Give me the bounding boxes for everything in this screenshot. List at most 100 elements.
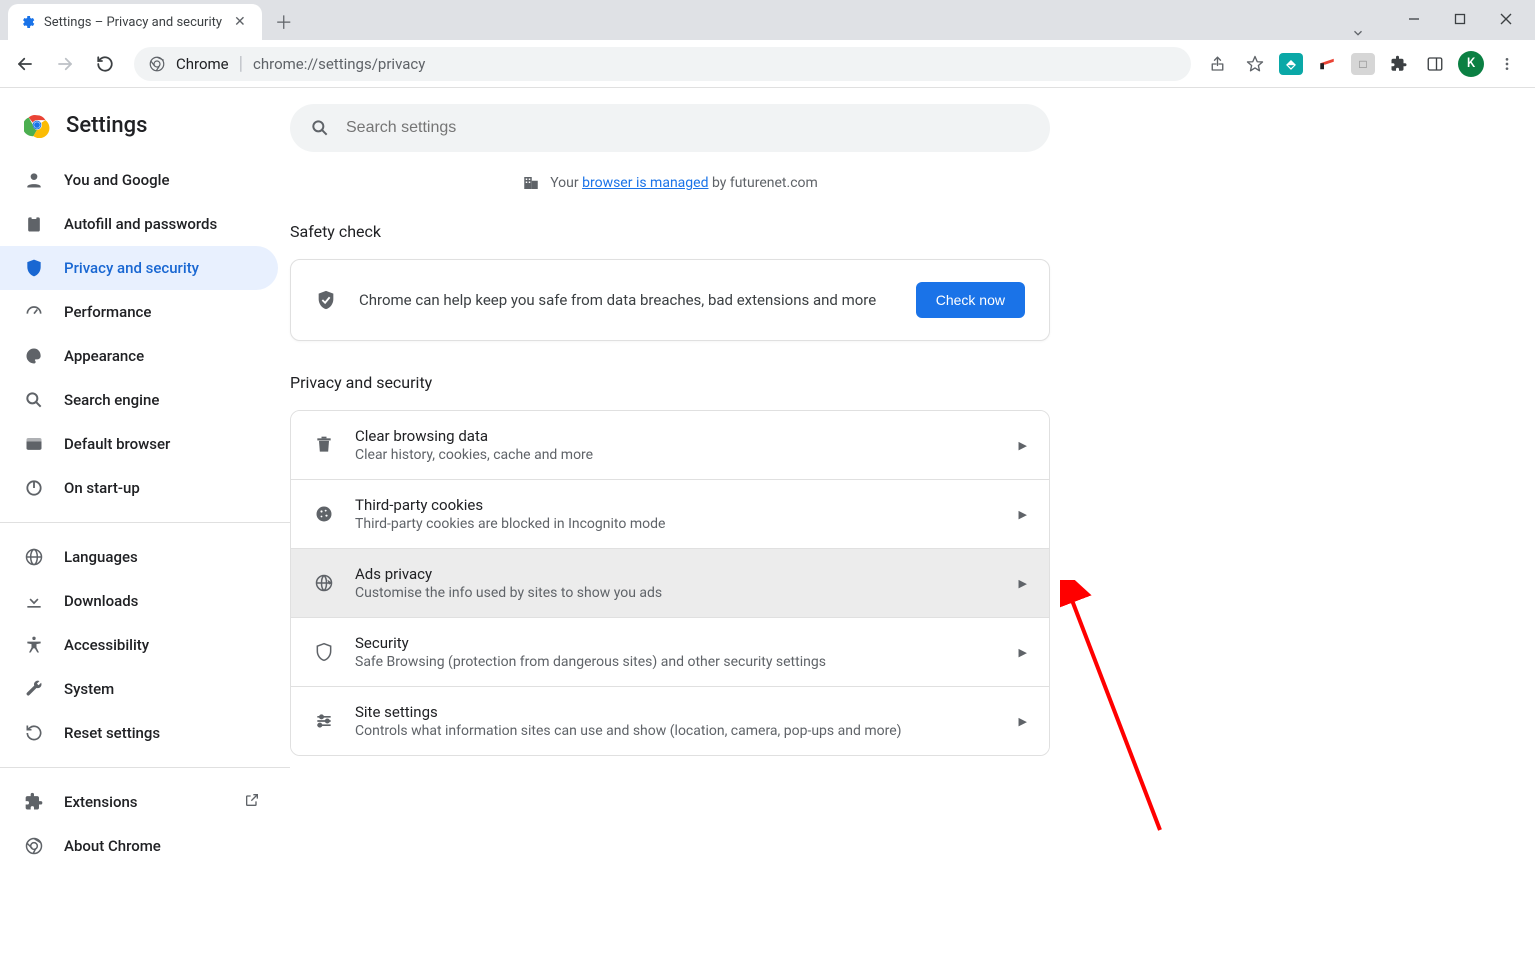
omnibox-scheme: Chrome <box>176 55 229 73</box>
minimize-button[interactable] <box>1391 4 1437 34</box>
sidebar-item-label: Downloads <box>64 592 138 610</box>
organization-icon <box>522 174 540 192</box>
browser-icon <box>24 434 44 454</box>
accessibility-icon <box>24 635 44 655</box>
back-button[interactable] <box>8 47 42 81</box>
safety-check-heading: Safety check <box>290 222 1050 241</box>
sidebar-item-label: Languages <box>64 548 138 566</box>
tab-search-button[interactable] <box>1335 26 1381 40</box>
sliders-icon <box>313 711 335 731</box>
trash-icon <box>313 435 335 455</box>
managed-banner: Your browser is managed by futurenet.com <box>290 164 1050 210</box>
download-icon <box>24 591 44 611</box>
sidebar-item-performance[interactable]: Performance <box>0 290 278 334</box>
window-controls <box>1391 4 1529 34</box>
close-tab-button[interactable]: ✕ <box>230 14 250 30</box>
bookmark-button[interactable] <box>1239 48 1271 80</box>
forward-button[interactable] <box>48 47 82 81</box>
sidebar-item-label: Performance <box>64 303 151 321</box>
search-input[interactable] <box>346 119 1030 137</box>
address-bar[interactable]: Chrome | chrome://settings/privacy <box>134 47 1191 81</box>
chrome-outline-icon <box>24 836 44 856</box>
external-link-icon <box>244 792 260 812</box>
search-icon <box>310 118 330 138</box>
close-window-button[interactable] <box>1483 4 1529 34</box>
sidebar-item-label: Reset settings <box>64 724 160 742</box>
row-ads-privacy[interactable]: Ads privacy Customise the info used by s… <box>291 549 1049 618</box>
sidebar-item-extensions[interactable]: Extensions <box>0 780 278 824</box>
person-icon <box>24 170 44 190</box>
search-settings[interactable] <box>290 104 1050 152</box>
sidebar-item-label: Extensions <box>64 793 138 811</box>
maximize-button[interactable] <box>1437 4 1483 34</box>
sidebar-item-label: Privacy and security <box>64 259 199 277</box>
sidebar-item-reset[interactable]: Reset settings <box>0 711 278 755</box>
sidebar-item-accessibility[interactable]: Accessibility <box>0 623 278 667</box>
side-panel-button[interactable] <box>1419 48 1451 80</box>
sidebar-item-label: Search engine <box>64 391 159 409</box>
sidebar-item-startup[interactable]: On start-up <box>0 466 278 510</box>
sidebar-item-label: Autofill and passwords <box>64 215 217 233</box>
safety-check-card: Chrome can help keep you safe from data … <box>290 259 1050 341</box>
managed-link[interactable]: browser is managed <box>582 175 708 191</box>
extension-3[interactable]: □ <box>1347 48 1379 80</box>
extensions-button[interactable] <box>1383 48 1415 80</box>
palette-icon <box>24 346 44 366</box>
extension-1[interactable]: ⬘ <box>1275 48 1307 80</box>
sidebar-item-about[interactable]: About Chrome <box>0 824 278 868</box>
sidebar-item-search-engine[interactable]: Search engine <box>0 378 278 422</box>
profile-avatar[interactable]: K <box>1455 48 1487 80</box>
share-button[interactable] <box>1203 48 1235 80</box>
sidebar-item-autofill[interactable]: Autofill and passwords <box>0 202 278 246</box>
settings-title: Settings <box>66 113 147 138</box>
new-tab-button[interactable]: ＋ <box>270 8 298 36</box>
clipboard-icon <box>24 214 44 234</box>
chevron-right-icon: ▶ <box>1019 577 1027 590</box>
cookie-icon <box>313 504 335 524</box>
chevron-right-icon: ▶ <box>1019 508 1027 521</box>
sidebar-item-languages[interactable]: Languages <box>0 535 278 579</box>
omnibox-divider: | <box>239 53 243 74</box>
sidebar-item-label: On start-up <box>64 479 140 497</box>
privacy-list: Clear browsing data Clear history, cooki… <box>290 410 1050 756</box>
puzzle-icon <box>24 792 44 812</box>
sidebar-item-you-and-google[interactable]: You and Google <box>0 158 278 202</box>
sidebar-item-label: Accessibility <box>64 636 149 654</box>
row-security[interactable]: Security Safe Browsing (protection from … <box>291 618 1049 687</box>
gear-icon <box>20 14 36 30</box>
sidebar-item-appearance[interactable]: Appearance <box>0 334 278 378</box>
ads-icon <box>313 573 335 593</box>
row-site-settings[interactable]: Site settings Controls what information … <box>291 687 1049 755</box>
chrome-site-icon <box>148 55 166 73</box>
chevron-right-icon: ▶ <box>1019 715 1027 728</box>
tab-title: Settings – Privacy and security <box>44 15 222 30</box>
chevron-right-icon: ▶ <box>1019 646 1027 659</box>
omnibox-url: chrome://settings/privacy <box>253 55 425 73</box>
sidebar-item-label: You and Google <box>64 171 169 189</box>
window-titlebar: Settings – Privacy and security ✕ ＋ <box>0 0 1535 40</box>
extension-2[interactable] <box>1311 48 1343 80</box>
row-third-party-cookies[interactable]: Third-party cookies Third-party cookies … <box>291 480 1049 549</box>
search-icon <box>24 390 44 410</box>
shield-icon <box>313 642 335 662</box>
chrome-logo-icon <box>24 112 50 138</box>
privacy-heading: Privacy and security <box>290 373 1050 392</box>
safety-check-text: Chrome can help keep you safe from data … <box>359 291 894 309</box>
globe-icon <box>24 547 44 567</box>
sidebar-item-privacy[interactable]: Privacy and security <box>0 246 278 290</box>
check-now-button[interactable]: Check now <box>916 282 1025 318</box>
settings-main: Your browser is managed by futurenet.com… <box>290 88 1535 972</box>
sidebar-item-downloads[interactable]: Downloads <box>0 579 278 623</box>
browser-toolbar: Chrome | chrome://settings/privacy ⬘ □ K <box>0 40 1535 88</box>
power-icon <box>24 478 44 498</box>
sidebar-item-default-browser[interactable]: Default browser <box>0 422 278 466</box>
sidebar-item-system[interactable]: System <box>0 667 278 711</box>
speedometer-icon <box>24 302 44 322</box>
row-clear-browsing-data[interactable]: Clear browsing data Clear history, cooki… <box>291 411 1049 480</box>
browser-tab[interactable]: Settings – Privacy and security ✕ <box>8 4 262 40</box>
sidebar-item-label: System <box>64 680 114 698</box>
reload-button[interactable] <box>88 47 122 81</box>
shield-check-icon <box>315 289 337 311</box>
sidebar-item-label: About Chrome <box>64 837 161 855</box>
chrome-menu-button[interactable] <box>1491 48 1523 80</box>
